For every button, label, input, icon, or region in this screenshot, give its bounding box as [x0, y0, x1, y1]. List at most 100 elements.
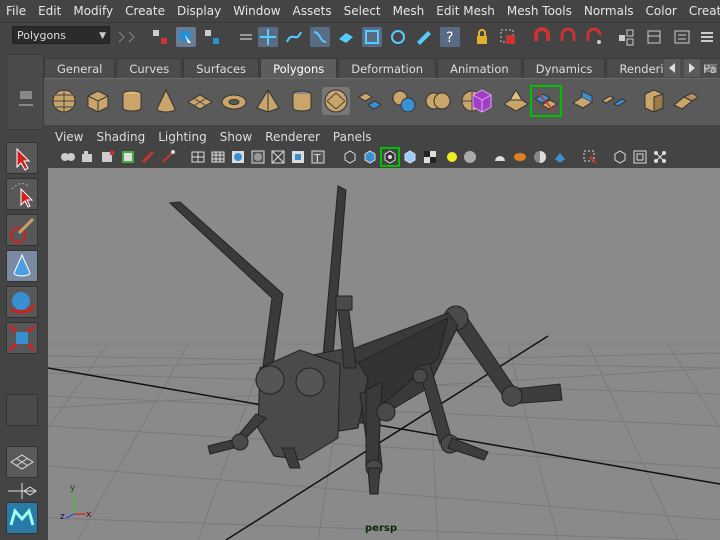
menu-edit-mesh[interactable]: Edit Mesh — [430, 0, 501, 22]
paint-selection-tool[interactable] — [6, 214, 38, 246]
menu-mesh[interactable]: Mesh — [387, 0, 431, 22]
magnet-curve-icon[interactable] — [558, 27, 578, 47]
poly-cylinder-icon[interactable] — [118, 87, 146, 115]
tab-curves[interactable]: Curves — [116, 58, 183, 79]
shelf-handle[interactable] — [6, 54, 44, 130]
use-all-lights-icon[interactable]: T — [310, 149, 326, 165]
bevel-icon[interactable] — [672, 87, 700, 115]
menu-modify[interactable]: Modify — [67, 0, 119, 22]
poly-cube-icon[interactable] — [84, 87, 112, 115]
bridge-icon[interactable] — [600, 87, 628, 115]
panel-menu-renderer[interactable]: Renderer — [258, 130, 326, 144]
snap-to-curve-icon[interactable] — [284, 27, 304, 47]
snap-to-point-icon[interactable] — [310, 27, 330, 47]
pencil-icon[interactable] — [160, 149, 176, 165]
menu-set-select[interactable]: Polygons ▼ — [12, 26, 110, 44]
combine-icon[interactable] — [322, 87, 350, 115]
camera-attributes-icon[interactable] — [60, 149, 76, 165]
xray-components-icon[interactable] — [402, 149, 418, 165]
panel-menu-shading[interactable]: Shading — [89, 130, 151, 144]
scale-tool[interactable] — [6, 322, 38, 354]
xray-joints-icon[interactable] — [380, 147, 400, 167]
tab-polygons[interactable]: Polygons — [260, 58, 338, 79]
tab-surfaces[interactable]: Surfaces — [183, 58, 260, 79]
select-by-component-icon[interactable] — [202, 27, 222, 47]
menu-normals[interactable]: Normals — [578, 0, 640, 22]
select-highlight-icon[interactable] — [498, 27, 518, 47]
boolean-union-icon[interactable] — [424, 87, 452, 115]
shadows-icon[interactable] — [444, 149, 460, 165]
menu-file[interactable]: File — [0, 0, 32, 22]
layout-single-pane[interactable] — [6, 446, 38, 478]
smooth-proxy-icon[interactable] — [468, 87, 496, 115]
menu-color[interactable]: Color — [640, 0, 683, 22]
grid-icon[interactable] — [210, 149, 226, 165]
rotate-tool[interactable] — [6, 286, 38, 318]
menu-assets[interactable]: Assets — [287, 0, 338, 22]
checker-icon[interactable] — [422, 149, 438, 165]
flat-shade-icon[interactable] — [250, 149, 266, 165]
view-cube-icon[interactable] — [612, 149, 628, 165]
panel-menu-show[interactable]: Show — [213, 130, 258, 144]
last-tool-slot[interactable] — [6, 394, 38, 426]
hypershade-icon[interactable] — [644, 27, 664, 47]
grease-pencil-icon[interactable] — [140, 149, 156, 165]
depth-of-field-icon[interactable] — [532, 149, 548, 165]
help-icon[interactable]: ? — [440, 27, 460, 47]
screen-space-ao-icon[interactable] — [462, 149, 478, 165]
select-camera-icon[interactable] — [582, 149, 598, 165]
graph-editor-icon[interactable] — [672, 27, 692, 47]
menu-mesh-tools[interactable]: Mesh Tools — [501, 0, 578, 22]
select-tool[interactable] — [6, 142, 38, 174]
lock-icon[interactable] — [472, 27, 492, 47]
wireframe-icon[interactable] — [190, 149, 206, 165]
panel-menu-panels[interactable]: Panels — [326, 130, 378, 144]
menu-select[interactable]: Select — [338, 0, 387, 22]
lasso-tool[interactable] — [6, 178, 38, 210]
mirror-geometry-icon[interactable] — [502, 87, 530, 115]
wireframe-on-shaded-icon[interactable] — [270, 149, 286, 165]
select-by-hierarchy-icon[interactable] — [150, 27, 170, 47]
grasshopper-model[interactable] — [168, 185, 563, 495]
magnet-point-icon[interactable] — [584, 27, 604, 47]
make-live-icon[interactable] — [362, 27, 382, 47]
snap-to-view-plane-icon[interactable] — [336, 27, 356, 47]
menu-create-uvs[interactable]: Create UVs — [683, 0, 720, 22]
poly-pyramid-icon[interactable] — [254, 87, 282, 115]
tab-general[interactable]: General — [44, 58, 116, 79]
attribute-editor-icon[interactable] — [698, 27, 718, 47]
resolution-gate-icon[interactable] — [632, 149, 648, 165]
append-to-polygon-icon[interactable] — [640, 87, 668, 115]
xray-icon[interactable] — [362, 149, 378, 165]
tab-dynamics[interactable]: Dynamics — [522, 58, 606, 79]
menu-create[interactable]: Create — [119, 0, 171, 22]
multisample-aa-icon[interactable] — [512, 149, 528, 165]
poly-torus-icon[interactable] — [220, 87, 248, 115]
poly-plane-icon[interactable] — [186, 87, 214, 115]
node-editor-icon[interactable] — [616, 27, 636, 47]
split-polygon-tool-icon[interactable] — [530, 85, 562, 117]
motion-blur-icon[interactable] — [492, 149, 508, 165]
panel-menu-lighting[interactable]: Lighting — [151, 130, 213, 144]
tab-deformation[interactable]: Deformation — [338, 58, 437, 79]
connected-nodes-icon[interactable] — [652, 149, 668, 165]
move-tool[interactable] — [6, 250, 38, 282]
tab-animation[interactable]: Animation — [437, 58, 522, 79]
perspective-viewport[interactable]: y x z persp — [48, 168, 720, 540]
menu-edit[interactable]: Edit — [32, 0, 67, 22]
hud-icon[interactable] — [552, 149, 568, 165]
lock-selection-icon[interactable] — [236, 27, 256, 47]
construction-history-icon[interactable] — [388, 27, 408, 47]
poly-pipe-icon[interactable] — [288, 87, 316, 115]
separate-icon[interactable] — [356, 87, 384, 115]
select-by-object-icon[interactable] — [176, 27, 196, 47]
layout-split-icon[interactable] — [6, 482, 38, 500]
camera-icon[interactable] — [80, 149, 96, 165]
menu-window[interactable]: Window — [227, 0, 286, 22]
smooth-shade-icon[interactable] — [230, 149, 246, 165]
collapse-arrows-icon[interactable] — [116, 29, 146, 45]
snap-to-grid-icon[interactable] — [258, 27, 278, 47]
textured-icon[interactable] — [290, 149, 306, 165]
magnet-icon[interactable] — [532, 27, 552, 47]
isolate-select-icon[interactable] — [342, 149, 358, 165]
